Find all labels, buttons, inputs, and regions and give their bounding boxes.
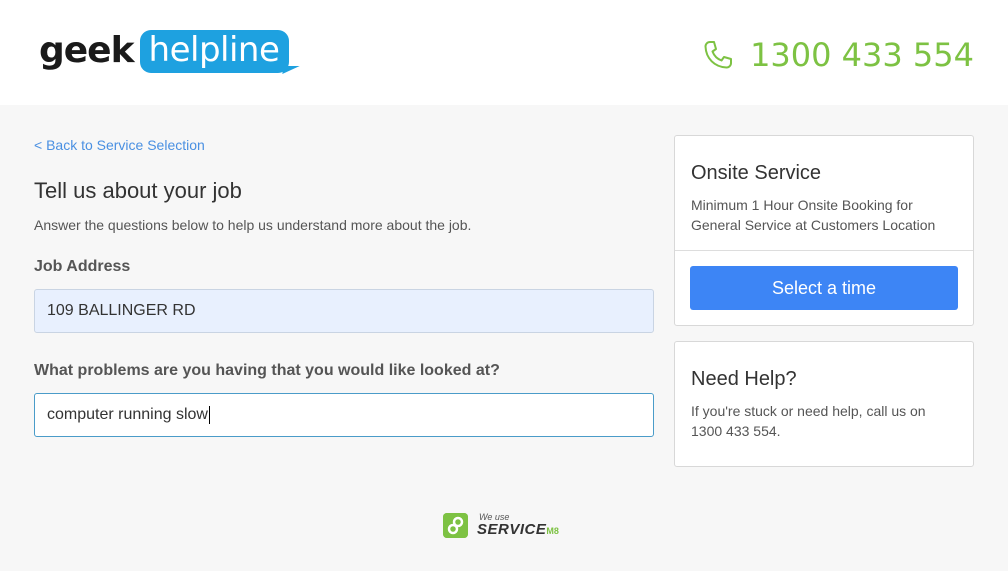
header-phone[interactable]: 1300 433 554	[702, 36, 974, 74]
problem-description-input[interactable]: computer running slow	[34, 393, 654, 437]
need-help-card: Need Help? If you're stuck or need help,…	[674, 341, 974, 467]
job-address-label: Job Address	[34, 258, 131, 275]
servicem8-suffix: M8	[546, 526, 559, 536]
text-caret	[208, 406, 210, 424]
service-card-title: Onsite Service	[691, 162, 822, 184]
help-card-title: Need Help?	[691, 368, 797, 390]
onsite-service-card: Onsite Service Minimum 1 Hour Onsite Boo…	[674, 135, 974, 326]
select-a-time-button[interactable]: Select a time	[690, 266, 958, 310]
servicem8-text: We use SERVICEM8	[477, 513, 559, 538]
logo-helpline-text: helpline	[148, 29, 280, 70]
phone-icon	[702, 38, 736, 72]
job-address-input[interactable]: 109 BALLINGER RD	[34, 289, 654, 333]
problem-description-value: computer running slow	[47, 406, 208, 423]
page-title: Tell us about your job	[34, 178, 242, 203]
job-address-value: 109 BALLINGER RD	[47, 302, 196, 319]
servicem8-badge[interactable]: We use SERVICEM8	[443, 513, 559, 538]
logo-geek-text: geek	[39, 30, 135, 71]
service-card-description: Minimum 1 Hour Onsite Booking for Genera…	[691, 197, 936, 233]
logo-bubble-tail	[282, 65, 301, 74]
phone-number: 1300 433 554	[750, 36, 974, 74]
problem-description-label: What problems are you having that you wo…	[34, 362, 500, 379]
servicem8-brand: SERVICE	[477, 521, 547, 538]
help-card-description: If you're stuck or need help, call us on…	[691, 403, 926, 439]
site-header: geek helpline 1300 433 554	[0, 0, 1008, 105]
geek-helpline-logo[interactable]: geek helpline	[39, 28, 301, 74]
logo-speech-bubble: helpline	[139, 29, 301, 74]
page-subtitle: Answer the questions below to help us un…	[34, 217, 472, 233]
servicem8-logo-icon	[443, 513, 468, 538]
back-to-service-selection-link[interactable]: < Back to Service Selection	[34, 137, 205, 153]
card-divider	[675, 250, 973, 251]
